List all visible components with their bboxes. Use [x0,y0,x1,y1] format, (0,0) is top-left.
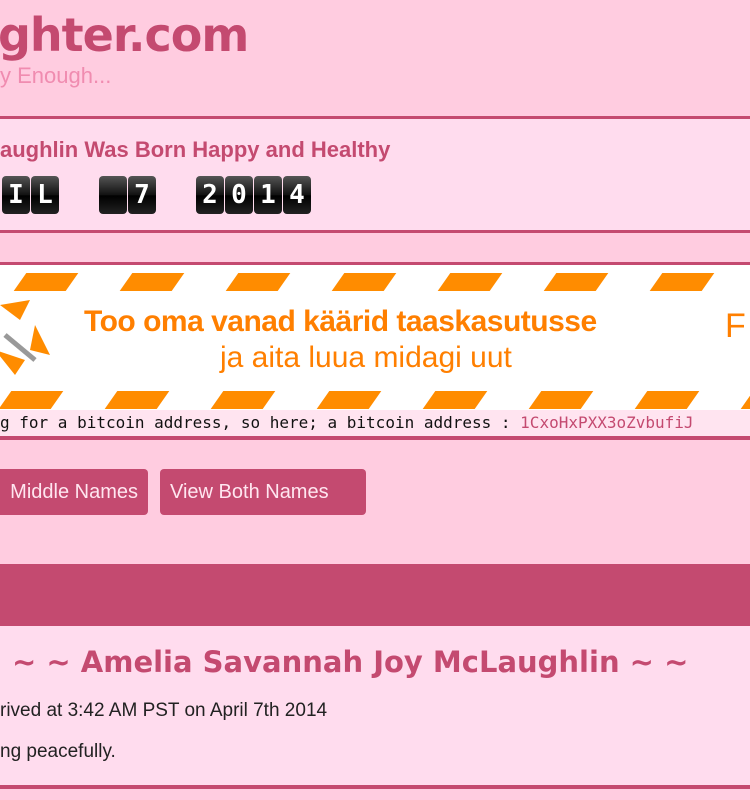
bitcoin-row: g for a bitcoin address, so here; a bitc… [0,410,750,436]
view-middle-names-button[interactable]: Middle Names [0,469,148,515]
hazard-stripe [316,391,382,409]
hazard-stripe [119,273,185,291]
hazard-stripe [0,391,64,409]
divider [0,436,750,440]
section-header-band [0,564,750,626]
site-tagline: y Enough... [0,63,112,88]
status-text: ng peacefully. [0,741,116,762]
date-tile: I [2,176,30,214]
arrival-text: rived at 3:42 AM PST on April 7th 2014 [0,700,328,721]
ad-partial-text: F [725,307,746,345]
ad-banner[interactable]: Too oma vanad käärid taaskasutusse ja ai… [0,265,750,410]
hazard-stripe [634,391,700,409]
hazard-stripe [225,273,291,291]
date-tile [99,176,127,214]
hazard-stripe [331,273,397,291]
birth-heading: aughlin Was Born Happy and Healthy [0,137,391,162]
year-tiles: 2 0 1 4 [196,176,311,214]
date-tile: 1 [254,176,282,214]
divider [0,785,750,789]
date-tile: L [31,176,59,214]
hazard-stripe [543,273,609,291]
hazard-stripe [210,391,276,409]
date-tile: 4 [283,176,311,214]
hazard-stripe [740,391,750,409]
ad-subline: ja aita luua midagi uut [220,341,512,374]
hazard-stripe [437,273,503,291]
hazard-stripe [649,273,715,291]
site-title[interactable]: ghter.com [0,8,249,62]
hazard-stripe [104,391,170,409]
date-tile: 7 [128,176,156,214]
ad-headline: Too oma vanad käärid taaskasutusse [84,305,597,338]
baby-name-heading: ~ ~ Amelia Savannah Joy McLaughlin ~ ~ [12,645,689,679]
hazard-stripe [422,391,488,409]
divider [0,230,750,233]
hazard-stripe [13,273,79,291]
date-tile: 2 [196,176,224,214]
recycle-scissors-icon [0,300,50,375]
hazard-stripe [528,391,594,409]
day-tiles: 7 [99,176,156,214]
month-tiles: I L [2,176,59,214]
view-both-names-button[interactable]: View Both Names [160,469,366,515]
date-tile: 0 [225,176,253,214]
bitcoin-address[interactable]: 1CxoHxPXX3oZvbufiJ [520,413,693,432]
bitcoin-text: g for a bitcoin address, so here; a bitc… [0,413,521,432]
